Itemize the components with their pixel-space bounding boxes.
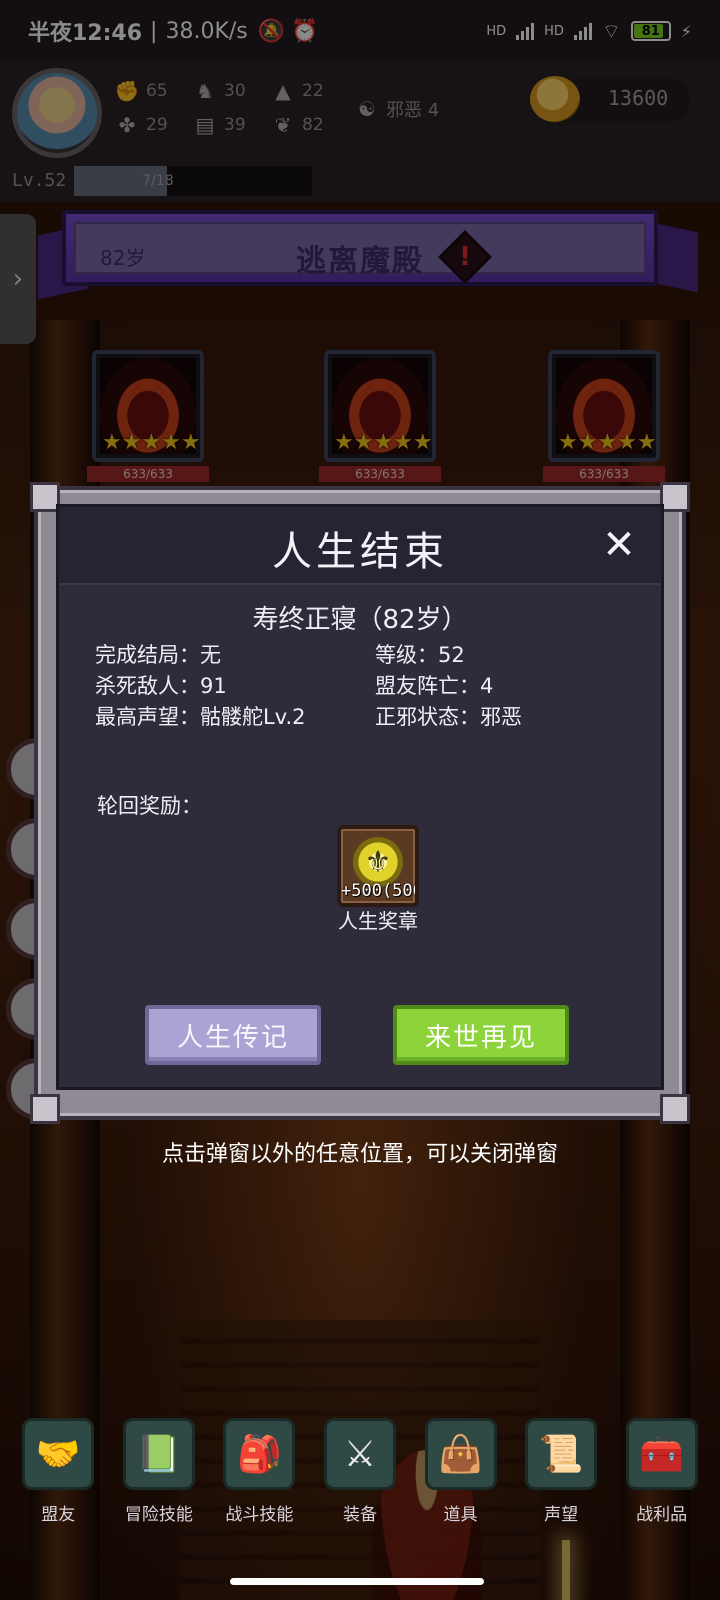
handshake-icon: 🤝 — [22, 1418, 95, 1490]
treasure-chest-icon: 🧰 — [625, 1418, 698, 1490]
scroll-icon: 📜 — [525, 1418, 598, 1490]
rewards-label: 轮回奖励： — [97, 794, 202, 818]
crossed-swords-icon: ⚔ — [323, 1418, 396, 1490]
book-icon: 📗 — [122, 1418, 195, 1490]
dialog-title: 人生结束 — [272, 529, 448, 575]
frame-corner — [660, 482, 690, 512]
nav-items[interactable]: 👜 道具 — [413, 1418, 509, 1558]
bottom-nav: 🤝 盟友 📗 冒险技能 🎒 战斗技能 ⚔ 装备 👜 道具 📜 声望 🧰 战利品 — [0, 1418, 720, 1558]
home-indicator[interactable] — [230, 1578, 484, 1585]
reward-item[interactable]: ⚜ +500(500 — [337, 825, 419, 907]
dialog-header: 人生结束 ✕ — [59, 507, 661, 585]
nav-label: 战斗技能 — [225, 1505, 294, 1525]
pouch-icon: 👜 — [424, 1418, 497, 1490]
nav-reputation[interactable]: 📜 声望 — [513, 1418, 609, 1558]
nav-label: 道具 — [443, 1505, 478, 1525]
death-cause: 寿终正寝（82岁） — [252, 605, 468, 635]
reward-name: 人生奖章 — [338, 909, 418, 933]
dialog-panel: 人生结束 ✕ 寿终正寝（82岁） 完成结局：无 杀死敌人：91 最高声望：骷髅舵… — [56, 504, 664, 1090]
nav-equipment[interactable]: ⚔ 装备 — [312, 1418, 408, 1558]
nav-adventure-skills[interactable]: 📗 冒险技能 — [111, 1418, 207, 1558]
info-reputation: 最高声望：骷髅舵Lv.2 — [95, 705, 306, 729]
nav-label: 冒险技能 — [124, 1505, 193, 1525]
nav-label: 装备 — [342, 1505, 377, 1525]
frame-corner — [30, 1094, 60, 1124]
nav-combat-skills[interactable]: 🎒 战斗技能 — [211, 1418, 307, 1558]
life-end-dialog: 人生结束 ✕ 寿终正寝（82岁） 完成结局：无 杀死敌人：91 最高声望：骷髅舵… — [30, 482, 690, 1124]
reward-amount: +500(500 — [341, 881, 415, 901]
backpack-icon: 🎒 — [223, 1418, 296, 1490]
info-ally-deaths: 盟友阵亡：4 — [375, 674, 494, 698]
info-kills: 杀死敌人：91 — [95, 674, 227, 698]
nav-label: 声望 — [544, 1505, 579, 1525]
close-hint: 点击弹窗以外的任意位置，可以关闭弹窗 — [161, 1142, 558, 1167]
frame-corner — [660, 1094, 690, 1124]
info-alignment: 正邪状态：邪恶 — [375, 705, 522, 729]
biography-button[interactable]: 人生传记 — [145, 1005, 321, 1065]
nav-label: 盟友 — [41, 1505, 76, 1525]
info-ending: 完成结局：无 — [95, 643, 221, 667]
nav-label: 战利品 — [636, 1505, 688, 1525]
medal-emblem: ⚜ — [364, 844, 392, 880]
nav-loot[interactable]: 🧰 战利品 — [614, 1418, 710, 1558]
info-level: 等级：52 — [375, 643, 465, 667]
close-button[interactable]: ✕ — [597, 522, 641, 568]
next-life-button[interactable]: 来世再见 — [393, 1005, 569, 1065]
nav-allies[interactable]: 🤝 盟友 — [10, 1418, 106, 1558]
close-icon: ✕ — [602, 522, 636, 568]
